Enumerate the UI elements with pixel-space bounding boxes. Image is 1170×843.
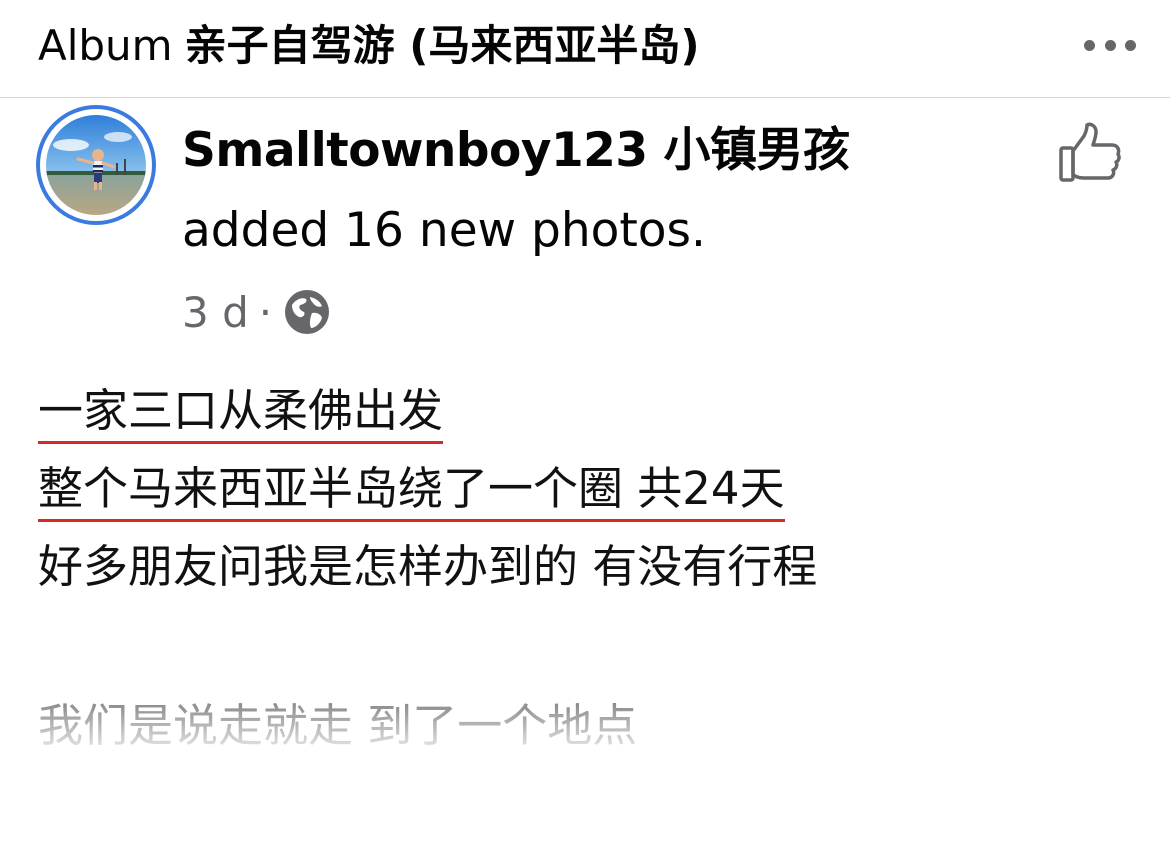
more-dot (1104, 39, 1116, 51)
more-dot (1084, 39, 1095, 51)
avatar[interactable] (36, 105, 156, 225)
globe-icon (285, 290, 330, 334)
post-line-underlined: 整个马来西亚半岛绕了一个圈 共24天 (38, 459, 785, 522)
post-line-underlined: 一家三口从柔佛出发 (38, 381, 444, 444)
post-time[interactable]: 3 d (182, 288, 249, 337)
more-options-icon[interactable] (1084, 38, 1136, 52)
album-label: Album (38, 21, 173, 70)
album-title[interactable]: Album 亲子自驾游 (马来西亚半岛) (38, 18, 700, 74)
album-name: 亲子自驾游 (马来西亚半岛) (184, 21, 700, 70)
meta-separator: · (258, 287, 273, 337)
more-dot (1125, 39, 1136, 51)
post-line-faded: 我们是说走就走 到了一个地点 (38, 699, 638, 752)
post-action-text: added 16 new photos. (182, 203, 706, 258)
album-header: Album 亲子自驾游 (马来西亚半岛) (0, 0, 1170, 98)
post-line: 好多朋友问我是怎样办到的 有没有行程 (38, 540, 818, 593)
author-name[interactable]: Smalltownboy123 小镇男孩 (182, 120, 850, 182)
thumbs-up-icon[interactable] (1058, 122, 1122, 184)
post-meta: 3 d · (182, 284, 332, 340)
post-body: 一家三口从柔佛出发 整个马来西亚半岛绕了一个圈 共24天 好多朋友问我是怎样办到… (38, 372, 817, 606)
avatar-photo (46, 115, 146, 215)
